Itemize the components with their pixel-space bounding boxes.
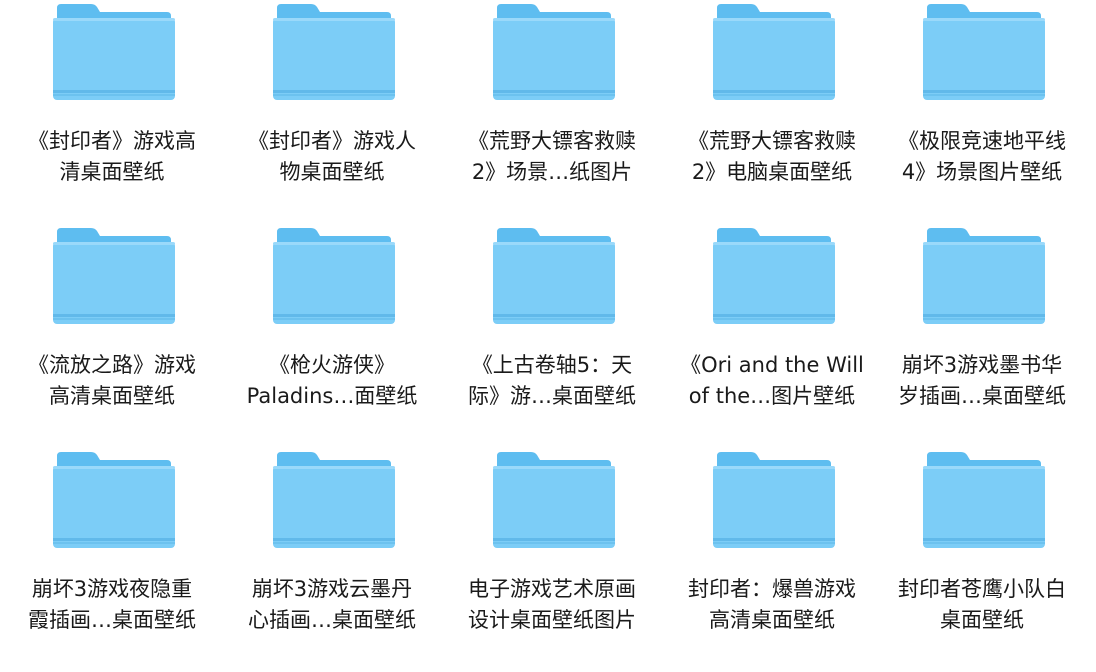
- folder-label-line1: 《枪火游侠》: [269, 353, 395, 377]
- folder-label: 电子游戏艺术原画 设计桌面壁纸图片: [444, 574, 660, 636]
- folder-label: 崩坏3游戏夜隐重 霞插画…桌面壁纸: [4, 574, 220, 636]
- folder-label-line1: 崩坏3游戏云墨丹: [251, 577, 413, 601]
- folder-label-line1: 崩坏3游戏夜隐重: [31, 577, 193, 601]
- folder-label: 《上古卷轴5：天 际》游…桌面壁纸: [444, 350, 660, 412]
- folder-icon: [713, 452, 835, 548]
- folder-label-line2: 高清桌面壁纸: [709, 608, 835, 632]
- folder-label-line2: 心插画…桌面壁纸: [248, 608, 416, 632]
- folder-label-line2: 设计桌面壁纸图片: [468, 608, 636, 632]
- folder-item[interactable]: 《流放之路》游戏 高清桌面壁纸: [2, 224, 222, 448]
- folder-label-line2: 2》电脑桌面壁纸: [691, 160, 853, 184]
- folder-label-line1: 《极限竞速地平线: [898, 129, 1066, 153]
- folder-label-line1: 《荒野大镖客救赎: [468, 129, 636, 153]
- folder-item[interactable]: 《极限竞速地平线 4》场景图片壁纸: [872, 0, 1092, 224]
- folder-label: 《封印者》游戏人 物桌面壁纸: [224, 126, 440, 188]
- folder-label: 封印者：爆兽游戏 高清桌面壁纸: [664, 574, 880, 636]
- folder-icon: [713, 228, 835, 324]
- folder-label-line1: 《上古卷轴5：天: [471, 353, 633, 377]
- folder-icon: [53, 4, 175, 100]
- folder-item[interactable]: 《枪火游侠》 Paladins…面壁纸: [222, 224, 442, 448]
- folder-item[interactable]: 崩坏3游戏云墨丹 心插画…桌面壁纸: [222, 448, 442, 672]
- folder-label-line2: of the…图片壁纸: [688, 384, 856, 408]
- folder-label-line1: 封印者苍鹰小队白: [898, 577, 1066, 601]
- folder-label: 崩坏3游戏墨书华 岁插画…桌面壁纸: [874, 350, 1090, 412]
- folder-label-line1: 《封印者》游戏高: [28, 129, 196, 153]
- folder-item[interactable]: 《封印者》游戏人 物桌面壁纸: [222, 0, 442, 224]
- folder-label-line2: 高清桌面壁纸: [49, 384, 175, 408]
- folder-label-line2: 霞插画…桌面壁纸: [28, 608, 196, 632]
- folder-label-line2: 清桌面壁纸: [59, 160, 165, 184]
- folder-label-line1: 《Ori and the Will: [680, 353, 864, 377]
- folder-icon: [273, 4, 395, 100]
- folder-item[interactable]: 《荒野大镖客救赎 2》电脑桌面壁纸: [662, 0, 882, 224]
- folder-label: 《封印者》游戏高 清桌面壁纸: [4, 126, 220, 188]
- folder-item[interactable]: 《Ori and the Will of the…图片壁纸: [662, 224, 882, 448]
- folder-label-line2: 2》场景…纸图片: [471, 160, 633, 184]
- folder-label-line2: 岁插画…桌面壁纸: [898, 384, 1066, 408]
- folder-icon: [53, 228, 175, 324]
- folder-item[interactable]: 封印者苍鹰小队白 桌面壁纸: [872, 448, 1092, 672]
- folder-icon: [53, 452, 175, 548]
- folder-label: 《荒野大镖客救赎 2》场景…纸图片: [444, 126, 660, 188]
- folder-label: 《极限竞速地平线 4》场景图片壁纸: [874, 126, 1090, 188]
- folder-label-line1: 电子游戏艺术原画: [468, 577, 636, 601]
- folder-icon: [273, 452, 395, 548]
- folder-label-line2: 物桌面壁纸: [279, 160, 385, 184]
- folder-item[interactable]: 《荒野大镖客救赎 2》场景…纸图片: [442, 0, 662, 224]
- folder-label-line2: 桌面壁纸: [940, 608, 1024, 632]
- folder-item[interactable]: 崩坏3游戏墨书华 岁插画…桌面壁纸: [872, 224, 1092, 448]
- folder-label-line2: 4》场景图片壁纸: [901, 160, 1063, 184]
- folder-label: 《流放之路》游戏 高清桌面壁纸: [4, 350, 220, 412]
- folder-icon: [273, 228, 395, 324]
- folder-label: 崩坏3游戏云墨丹 心插画…桌面壁纸: [224, 574, 440, 636]
- folder-label-line1: 封印者：爆兽游戏: [688, 577, 856, 601]
- folder-icon: [493, 4, 615, 100]
- folder-label-line1: 崩坏3游戏墨书华: [901, 353, 1063, 377]
- folder-label-line1: 《流放之路》游戏: [28, 353, 196, 377]
- folder-grid: 《封印者》游戏高 清桌面壁纸 《封印者》游戏人 物桌面壁纸 《荒野大镖客救赎 2…: [0, 0, 1096, 672]
- folder-label-line2: Paladins…面壁纸: [246, 384, 418, 408]
- folder-item[interactable]: 《上古卷轴5：天 际》游…桌面壁纸: [442, 224, 662, 448]
- folder-icon: [923, 452, 1045, 548]
- folder-icon: [923, 4, 1045, 100]
- folder-item[interactable]: 封印者：爆兽游戏 高清桌面壁纸: [662, 448, 882, 672]
- folder-item[interactable]: 电子游戏艺术原画 设计桌面壁纸图片: [442, 448, 662, 672]
- folder-label-line1: 《荒野大镖客救赎: [688, 129, 856, 153]
- folder-label-line2: 际》游…桌面壁纸: [468, 384, 636, 408]
- folder-icon: [713, 4, 835, 100]
- folder-label: 《Ori and the Will of the…图片壁纸: [664, 350, 880, 412]
- folder-label: 《荒野大镖客救赎 2》电脑桌面壁纸: [664, 126, 880, 188]
- folder-icon: [493, 228, 615, 324]
- folder-icon: [923, 228, 1045, 324]
- folder-label: 《枪火游侠》 Paladins…面壁纸: [224, 350, 440, 412]
- folder-icon: [493, 452, 615, 548]
- folder-item[interactable]: 《封印者》游戏高 清桌面壁纸: [2, 0, 222, 224]
- folder-label-line1: 《封印者》游戏人: [248, 129, 416, 153]
- folder-label: 封印者苍鹰小队白 桌面壁纸: [874, 574, 1090, 636]
- folder-item[interactable]: 崩坏3游戏夜隐重 霞插画…桌面壁纸: [2, 448, 222, 672]
